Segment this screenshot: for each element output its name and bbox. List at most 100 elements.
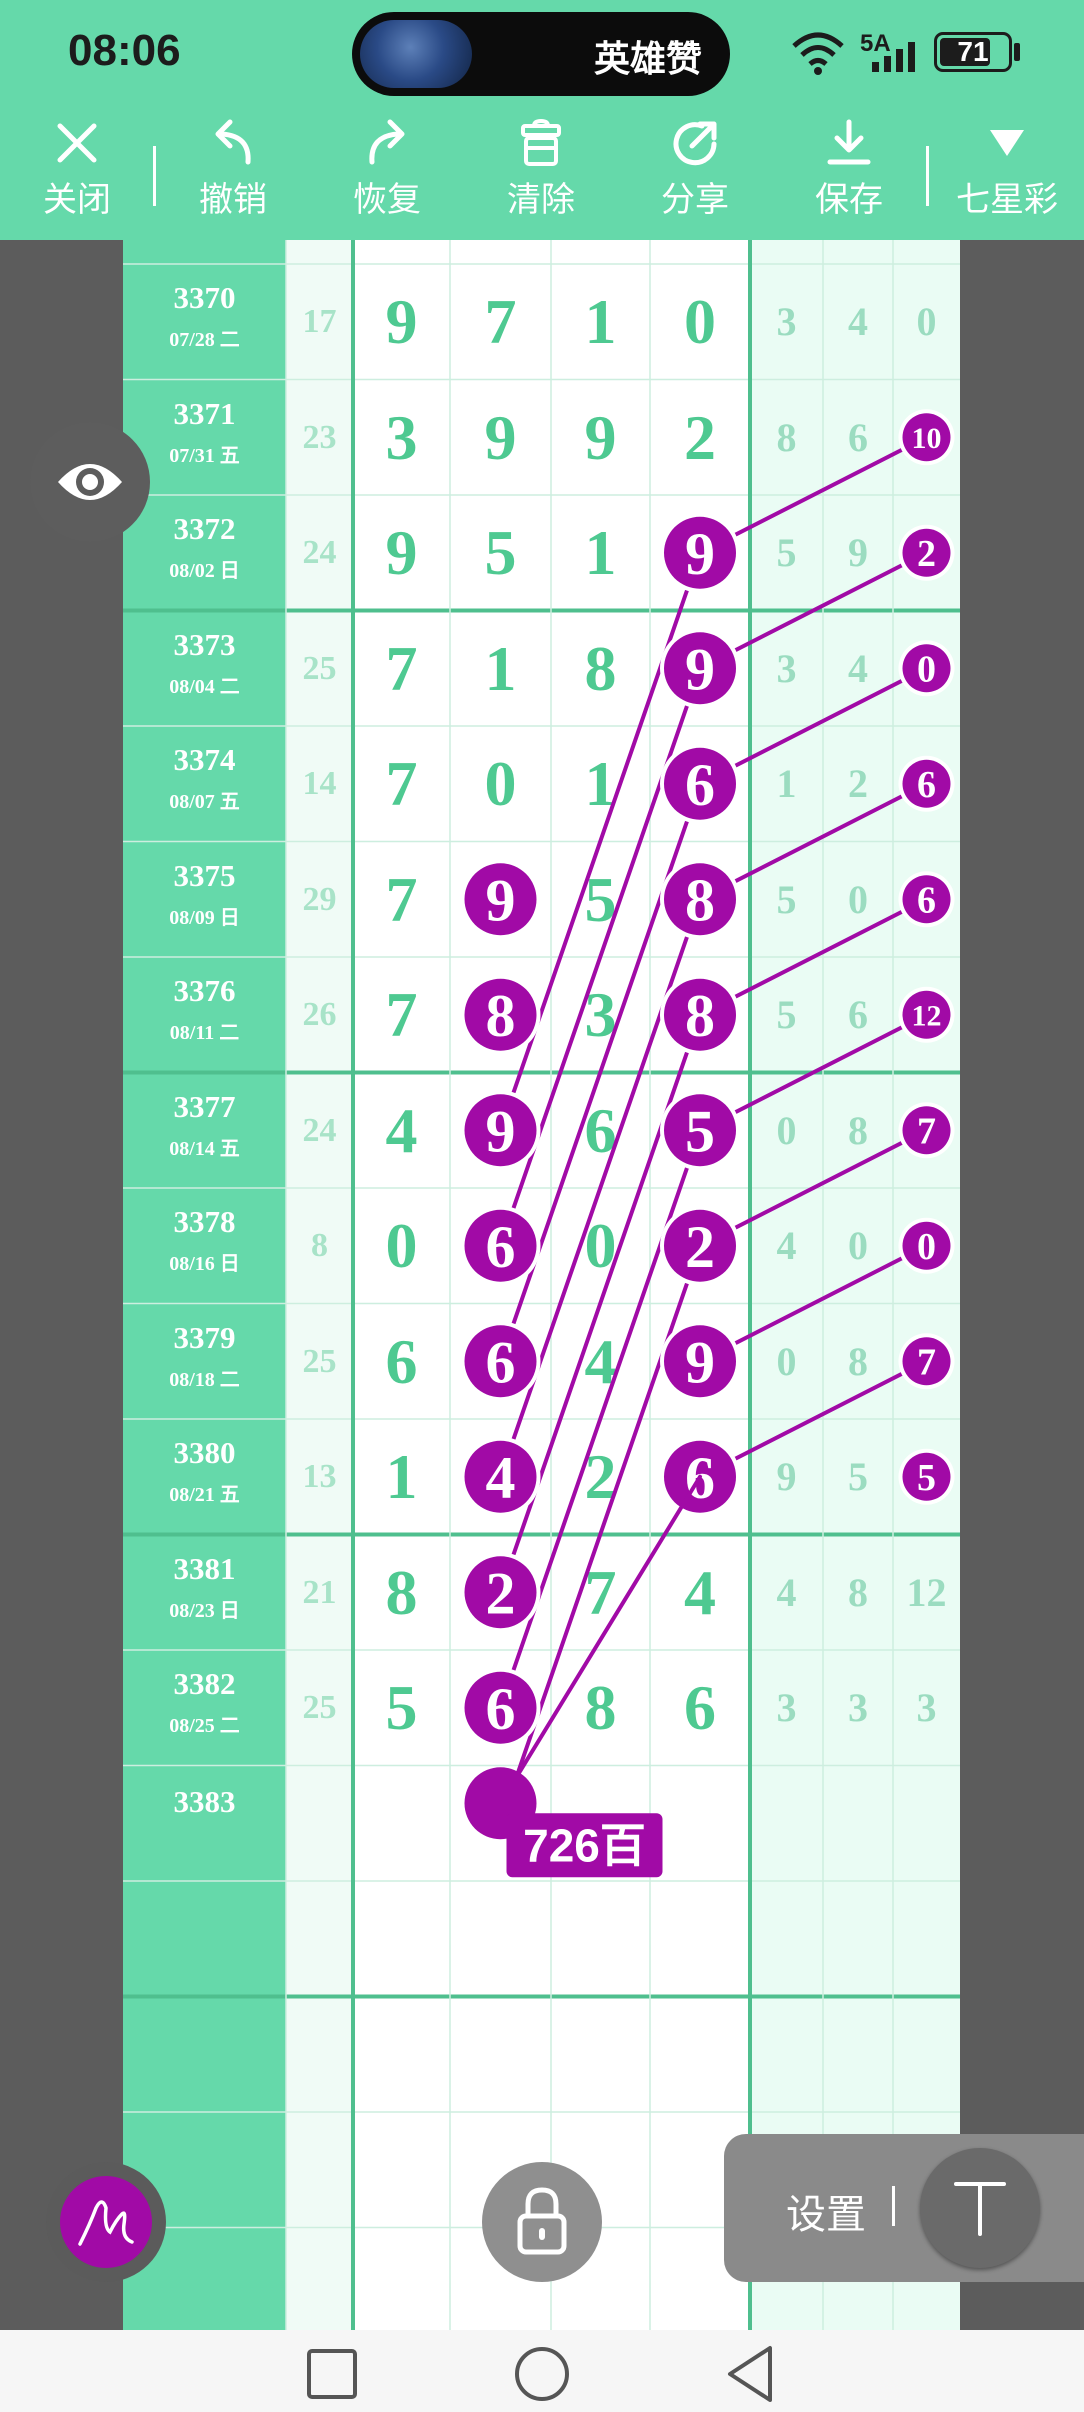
- marked-digit-text: 5: [685, 1098, 715, 1164]
- marked-digit-text: 8: [486, 983, 516, 1049]
- save-label: 保存: [815, 181, 883, 219]
- battery-percent: 71: [957, 36, 989, 67]
- lottery-selector[interactable]: 七星彩: [942, 118, 1072, 228]
- signal-icon: [872, 42, 915, 72]
- right-margin: [960, 240, 1084, 2330]
- marked-tail-text: 0: [917, 649, 936, 691]
- toolbar-divider: [926, 146, 929, 206]
- marked-tail-text: 6: [917, 880, 936, 922]
- top-bar: 08:06 英雄赞 5A 71 关闭 撤销 恢复 清除 分享 保存 七星彩: [0, 0, 1084, 240]
- left-margin: [0, 240, 123, 2330]
- marked-digit: 2: [660, 1205, 740, 1286]
- battery-tip: [1014, 43, 1020, 61]
- eye-icon: [58, 464, 122, 500]
- lock-icon: [517, 2187, 567, 2255]
- stroke-line: [498, 1012, 702, 1595]
- marked-tail: 5: [898, 1448, 955, 1505]
- marked-tail: 7: [898, 1333, 955, 1390]
- undo-label: 撤销: [199, 181, 267, 219]
- marked-digit-text: 4: [486, 1445, 516, 1511]
- redo-icon: [369, 119, 405, 165]
- pen-tool-button[interactable]: [46, 2162, 166, 2282]
- pen-icon: [78, 2200, 134, 2246]
- marked-tail: 6: [898, 755, 955, 812]
- clear-button[interactable]: 清除: [476, 118, 606, 228]
- marked-tail: 12: [898, 986, 955, 1043]
- marked-digit-text: 9: [486, 867, 516, 933]
- marked-tail-text: 5: [917, 1457, 936, 1499]
- nav-square-icon[interactable]: [306, 2348, 358, 2400]
- stroke-line: [498, 897, 702, 1479]
- marked-digit-text: 9: [685, 636, 715, 702]
- save-button[interactable]: 保存: [784, 118, 914, 228]
- pen-color: [60, 2176, 152, 2268]
- trend-sheet[interactable]: 3370 07/28 二 17 9 7 1 0 3 4 0 3371 07/31 五 23 3 9 9 2 8 6 3…: [123, 240, 960, 2330]
- marked-digit-text: 9: [685, 521, 715, 587]
- marked-tail-text: 0: [917, 1226, 936, 1268]
- marked-digit-text: 6: [685, 752, 715, 818]
- share-icon: [673, 121, 717, 166]
- stroke-line: [498, 1243, 702, 1826]
- marked-digit-text: 9: [486, 1098, 516, 1164]
- visibility-toggle[interactable]: [30, 422, 150, 542]
- system-nav-bar: [0, 2330, 1084, 2412]
- screen: 08:06 英雄赞 5A 71 关闭 撤销 恢复 清除 分享 保存 七星彩 33…: [0, 0, 1084, 2412]
- undo-button[interactable]: 撤销: [168, 118, 298, 228]
- now-playing-title: 英雄赞: [593, 38, 702, 79]
- marked-digit-text: 2: [486, 1560, 516, 1626]
- marked-digit: 8: [660, 974, 740, 1055]
- stroke-line: [498, 550, 702, 1133]
- marked-tail: 7: [898, 1102, 955, 1159]
- clear-label: 清除: [507, 181, 575, 219]
- marked-tail-text: 7: [917, 1342, 936, 1384]
- close-label: 关闭: [43, 181, 111, 219]
- marked-tail-text: 12: [912, 999, 942, 1032]
- text-tool-button[interactable]: [920, 2148, 1040, 2268]
- nav-circle-icon[interactable]: [514, 2346, 570, 2402]
- marked-digit-text: 9: [685, 1329, 715, 1395]
- wifi-icon: [792, 32, 844, 75]
- redo-label: 恢复: [353, 181, 421, 219]
- marked-tail-text: 10: [912, 422, 942, 455]
- battery-icon: 71: [934, 32, 1012, 72]
- marked-digit: 9: [660, 512, 740, 593]
- marked-tail-text: 7: [917, 1111, 936, 1153]
- marked-digit: 9: [660, 628, 740, 709]
- marked-digit-text: 6: [486, 1676, 516, 1742]
- marked-tail: 6: [898, 871, 955, 928]
- redo-button[interactable]: 恢复: [322, 118, 452, 228]
- clear-icon: [521, 118, 561, 166]
- lock-button[interactable]: [482, 2162, 602, 2282]
- nav-back-icon[interactable]: [724, 2344, 776, 2404]
- share-button[interactable]: 分享: [630, 118, 760, 228]
- marked-tail: 0: [898, 640, 955, 697]
- marked-digit: 8: [460, 974, 541, 1055]
- stroke-line: [498, 1128, 702, 1710]
- settings-panel: 设置: [724, 2134, 1084, 2282]
- toolbar-divider: [153, 146, 156, 206]
- stroke-line: [498, 666, 702, 1248]
- marked-digit: 6: [660, 743, 740, 824]
- marked-digit: 2: [460, 1552, 541, 1633]
- prediction-label: 726百: [523, 1819, 646, 1871]
- marked-digit-text: 6: [486, 1214, 516, 1280]
- drawing-layer: 109 29 06 69 8 68 8 129 5 76 2 06 9 74 6 526726百: [460, 409, 955, 1878]
- settings-button[interactable]: 设置: [786, 2182, 866, 2240]
- now-playing-island[interactable]: 英雄赞: [352, 12, 730, 96]
- marked-digit-text: 6: [486, 1329, 516, 1395]
- settings-divider: [892, 2186, 895, 2226]
- triangle-down-icon: [990, 130, 1024, 156]
- marked-digit-text: 2: [685, 1214, 715, 1280]
- marked-tail: 10: [898, 409, 955, 466]
- close-button[interactable]: 关闭: [12, 118, 142, 228]
- marked-digit: 9: [460, 859, 541, 940]
- marked-tail-text: 6: [917, 764, 936, 806]
- stroke-line: [498, 1474, 702, 1806]
- album-art: [360, 20, 472, 88]
- marked-digit-text: 8: [685, 867, 715, 933]
- marked-digit: 5: [660, 1090, 740, 1171]
- marked-tail: 2: [898, 524, 955, 581]
- status-time: 08:06: [68, 26, 181, 75]
- lottery-label: 七星彩: [956, 181, 1058, 219]
- marked-digit: 6: [460, 1667, 541, 1748]
